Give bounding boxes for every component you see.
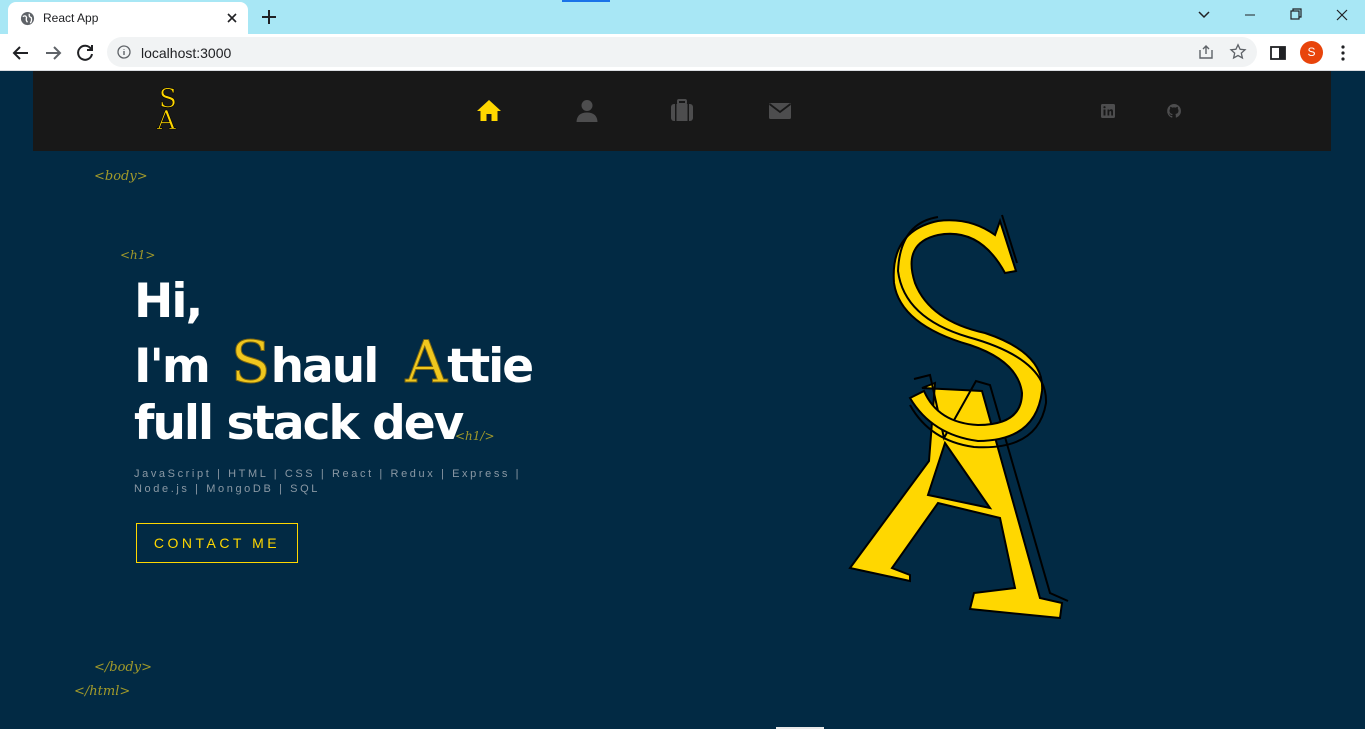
skills-list: JavaScript | HTML | CSS | React | Redux … — [134, 468, 522, 495]
share-icon[interactable] — [1197, 44, 1215, 60]
hero-heading: Hi, I'm Shaul Attie full stack dev — [134, 271, 554, 454]
sa-monogram-graphic — [848, 214, 1069, 620]
contact-me-button[interactable]: CONTACT ME — [136, 523, 298, 563]
svg-text:A: A — [156, 106, 177, 133]
address-bar[interactable]: localhost:3000 — [107, 37, 1257, 67]
side-panel-icon[interactable] — [1269, 44, 1287, 62]
profile-avatar[interactable]: S — [1300, 41, 1323, 64]
html-close-tag: </html> — [74, 684, 131, 699]
hero-role: full stack dev — [134, 396, 464, 451]
page-viewport: S A <body> <h1> Hi, I'm Shaul Attie full… — [0, 71, 1365, 729]
h1-close-tag: <h1/> — [455, 429, 495, 443]
chevron-down-icon[interactable] — [1193, 5, 1215, 25]
envelope-icon[interactable] — [767, 98, 793, 124]
minimize-icon[interactable] — [1227, 0, 1273, 30]
h1-open-tag: <h1> — [120, 248, 156, 262]
info-icon[interactable] — [117, 45, 131, 59]
user-icon[interactable] — [574, 98, 600, 124]
hero-last-initial: A — [405, 328, 448, 396]
github-icon[interactable] — [1166, 103, 1182, 119]
url-text[interactable]: localhost:3000 — [141, 45, 231, 61]
browser-tab-strip: React App — [0, 0, 1365, 34]
hero-first-initial: S — [230, 328, 271, 396]
sa-logo[interactable]: S A — [155, 83, 187, 133]
back-icon[interactable] — [8, 40, 34, 66]
new-tab-icon[interactable] — [258, 6, 280, 28]
forward-icon[interactable] — [40, 40, 66, 66]
briefcase-icon[interactable] — [669, 98, 695, 124]
site-navbar: S A — [33, 71, 1331, 151]
body-close-tag: </body> — [94, 660, 152, 675]
hero-name-line: I'm Shaul Attie — [134, 331, 554, 394]
hero-greeting: Hi, — [134, 274, 203, 329]
linkedin-icon[interactable] — [1100, 103, 1116, 119]
tab-title: React App — [43, 11, 99, 25]
body-open-tag: <body> — [94, 169, 148, 184]
restore-icon[interactable] — [1273, 0, 1319, 30]
tab-drag-indicator — [562, 0, 610, 2]
home-icon[interactable] — [476, 98, 502, 124]
hero-last-rest: ttie — [447, 339, 534, 394]
globe-icon — [20, 11, 35, 26]
browser-toolbar: localhost:3000 S — [0, 34, 1365, 71]
more-vert-icon[interactable] — [1333, 43, 1353, 63]
browser-tab[interactable]: React App — [8, 2, 248, 34]
window-close-icon[interactable] — [1319, 0, 1365, 30]
reload-icon[interactable] — [72, 40, 98, 66]
star-icon[interactable] — [1229, 43, 1247, 61]
hero-im: I'm — [134, 339, 211, 394]
close-icon[interactable] — [222, 8, 242, 28]
hero-first-rest: haul — [270, 339, 380, 394]
